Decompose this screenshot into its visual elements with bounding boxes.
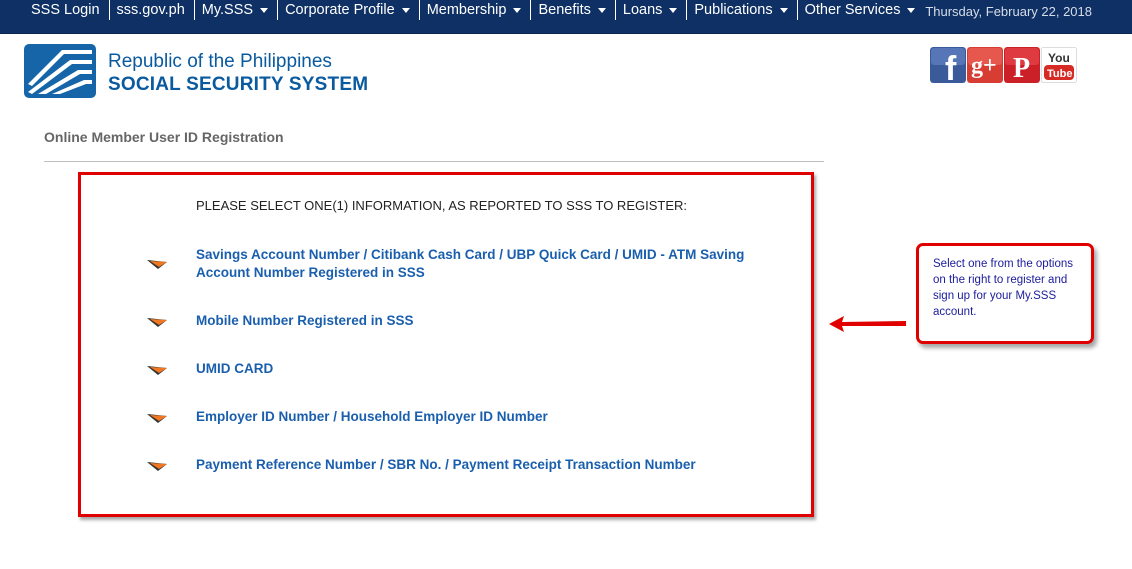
nav-label: Loans: [622, 2, 663, 18]
svg-text:Tube: Tube: [1047, 68, 1072, 80]
nav-my-sss[interactable]: My.SSS: [193, 0, 277, 20]
nav-corporate-profile[interactable]: Corporate Profile: [277, 0, 419, 20]
caret-down-icon: [907, 8, 916, 13]
svg-text:You: You: [1048, 51, 1070, 65]
svg-text:P: P: [1013, 53, 1030, 83]
nav-sss-login[interactable]: SSS Login: [24, 0, 109, 20]
caret-down-icon: [401, 8, 410, 13]
nav-membership[interactable]: Membership: [418, 0, 531, 20]
caret-down-icon: [669, 8, 678, 13]
bullet-pointer-icon: [147, 414, 167, 423]
page-title: Online Member User ID Registration: [44, 129, 284, 145]
title-divider: [44, 161, 824, 162]
nav-label: My.SSS: [201, 2, 254, 18]
nav-label: SSS Login: [31, 2, 100, 18]
nav-loans[interactable]: Loans: [614, 0, 687, 20]
current-date: Thursday, February 22, 2018: [925, 4, 1092, 19]
youtube-icon[interactable]: You Tube: [1041, 47, 1077, 83]
nav-sss-gov-ph[interactable]: sss.gov.ph: [108, 0, 194, 20]
caret-down-icon: [597, 8, 606, 13]
svg-text:g+: g+: [971, 53, 997, 79]
caret-down-icon: [260, 8, 269, 13]
top-navigation-bar: SSS Login sss.gov.ph My.SSS Corporate Pr…: [0, 0, 1132, 34]
facebook-icon[interactable]: f: [930, 47, 966, 83]
sss-logo-icon[interactable]: [24, 44, 96, 98]
nav-other-services[interactable]: Other Services: [796, 0, 925, 20]
org-line-2: SOCIAL SECURITY SYSTEM: [108, 74, 369, 95]
google-plus-icon[interactable]: g+: [967, 47, 1003, 83]
bullet-pointer-icon: [147, 366, 167, 375]
bullet-pointer-icon: [147, 462, 167, 471]
nav-menu: SSS Login sss.gov.ph My.SSS Corporate Pr…: [24, 0, 924, 33]
instruction-text: PLEASE SELECT ONE(1) INFORMATION, AS REP…: [196, 198, 687, 213]
pinterest-icon[interactable]: P: [1004, 47, 1040, 83]
option-savings-account[interactable]: Savings Account Number / Citibank Cash C…: [196, 246, 756, 282]
caret-down-icon: [779, 8, 788, 13]
nav-publications[interactable]: Publications: [686, 0, 796, 20]
arrow-left-icon: [829, 316, 906, 332]
org-line-1: Republic of the Philippines: [108, 51, 332, 72]
caret-down-icon: [513, 8, 522, 13]
svg-text:f: f: [945, 50, 957, 83]
social-links: f g+ P You Tube: [930, 47, 1077, 83]
nav-label: Corporate Profile: [285, 2, 395, 18]
bullet-pointer-icon: [147, 260, 167, 269]
nav-benefits[interactable]: Benefits: [530, 0, 614, 20]
nav-label: Other Services: [804, 2, 901, 18]
nav-label: Publications: [694, 2, 773, 18]
nav-label: sss.gov.ph: [116, 2, 185, 18]
option-umid-card[interactable]: UMID CARD: [196, 360, 756, 378]
bullet-pointer-icon: [147, 318, 167, 327]
option-mobile-number[interactable]: Mobile Number Registered in SSS: [196, 312, 756, 330]
option-payment-reference[interactable]: Payment Reference Number / SBR No. / Pay…: [196, 456, 756, 474]
organization-name: Republic of the Philippines SOCIAL SECUR…: [108, 51, 368, 97]
nav-label: Benefits: [538, 2, 591, 18]
option-employer-id[interactable]: Employer ID Number / Household Employer …: [196, 408, 756, 426]
callout-text: Select one from the options on the right…: [933, 258, 1073, 318]
nav-label: Membership: [426, 2, 507, 18]
